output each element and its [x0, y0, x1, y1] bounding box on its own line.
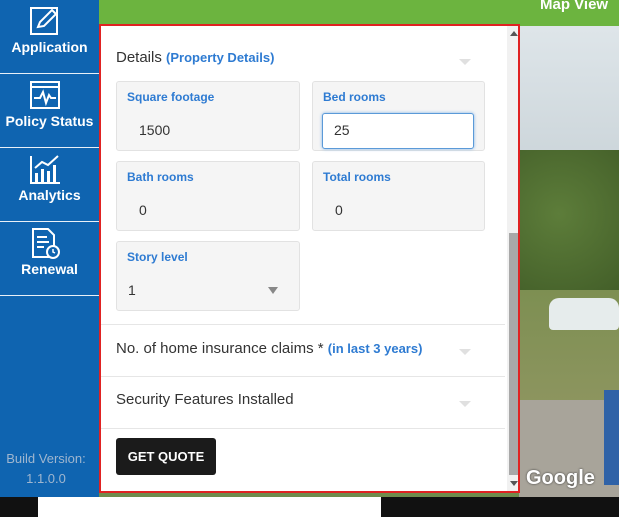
sidebar: Application Policy Status Analytics Rene…	[0, 0, 99, 497]
sidebar-item-label: Renewal	[21, 261, 78, 277]
story-level-field[interactable]: Story level 1	[116, 241, 300, 311]
total-rooms-field[interactable]: Total rooms 0	[312, 161, 485, 231]
bath-rooms-field[interactable]: Bath rooms 0	[116, 161, 300, 231]
chevron-down-icon[interactable]	[459, 349, 471, 355]
sidebar-item-label: Analytics	[18, 187, 81, 203]
scroll-up-icon[interactable]	[510, 31, 518, 36]
document-clock-icon	[32, 228, 60, 259]
bottom-block-right	[381, 497, 619, 517]
scroll-down-icon[interactable]	[510, 481, 518, 486]
sidebar-item-analytics[interactable]: Analytics	[0, 148, 99, 222]
bath-rooms-input[interactable]: 0	[139, 202, 147, 218]
bottom-block-left	[0, 497, 38, 517]
chevron-down-icon[interactable]	[459, 59, 471, 65]
google-attribution: Google	[526, 467, 595, 489]
security-section-header[interactable]: Security Features Installed	[116, 391, 294, 408]
map-view-tab[interactable]: Map View	[540, 0, 608, 13]
sidebar-item-label: Policy Status	[5, 113, 94, 129]
sidebar-item-renewal[interactable]: Renewal	[0, 222, 99, 296]
map-sign	[604, 390, 619, 485]
field-label: Bath rooms	[127, 170, 194, 184]
pulse-icon	[30, 81, 60, 109]
section-divider	[101, 324, 505, 325]
chart-icon	[30, 155, 60, 184]
square-footage-input[interactable]: 1500	[139, 122, 170, 138]
chevron-down-icon[interactable]	[459, 401, 471, 407]
total-rooms-input[interactable]: 0	[335, 202, 343, 218]
select-caret-icon	[268, 287, 278, 294]
field-label: Square footage	[127, 90, 215, 104]
details-title: Details	[116, 49, 162, 66]
security-title: Security Features Installed	[116, 391, 294, 408]
sidebar-item-label: Application	[11, 39, 88, 55]
claims-section-header[interactable]: No. of home insurance claims * (in last …	[116, 340, 422, 357]
edit-icon	[30, 7, 58, 35]
claims-title: No. of home insurance claims *	[116, 340, 324, 357]
bed-rooms-field[interactable]: Bed rooms 25	[312, 81, 485, 151]
field-label: Story level	[127, 250, 188, 264]
sidebar-item-application[interactable]: Application	[0, 0, 99, 74]
property-form-panel: Details (Property Details) Square footag…	[99, 24, 520, 493]
square-footage-field[interactable]: Square footage 1500	[116, 81, 300, 151]
map-car	[549, 298, 619, 330]
build-version-number: 1.1.0.0	[26, 471, 66, 486]
sidebar-item-policy-status[interactable]: Policy Status	[0, 74, 99, 148]
details-subtitle: (Property Details)	[166, 50, 275, 65]
field-label: Bed rooms	[323, 90, 386, 104]
field-label: Total rooms	[323, 170, 391, 184]
section-divider	[101, 376, 505, 377]
claims-subtitle: (in last 3 years)	[327, 341, 423, 356]
scrollbar-thumb[interactable]	[509, 233, 518, 475]
details-section-header[interactable]: Details (Property Details)	[116, 49, 274, 66]
panel-scrollbar[interactable]	[507, 26, 518, 491]
build-version: Build Version: 1.1.0.0	[0, 449, 92, 489]
build-version-label: Build Version:	[6, 451, 86, 466]
story-level-select[interactable]: 1	[128, 282, 136, 298]
section-divider	[101, 428, 505, 429]
bed-rooms-input[interactable]: 25	[334, 122, 350, 138]
get-quote-button[interactable]: GET QUOTE	[116, 438, 216, 475]
bottom-strip	[0, 497, 619, 517]
map-trees	[519, 150, 619, 310]
